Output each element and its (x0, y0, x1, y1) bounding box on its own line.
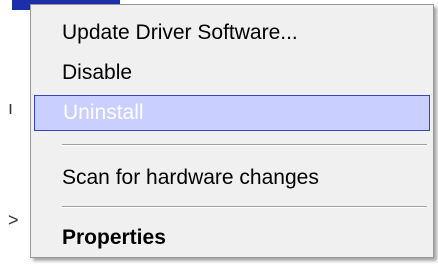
menu-separator (62, 206, 427, 208)
menu-item-label: Scan for hardware changes (62, 166, 319, 189)
menu-item-label: Update Driver Software... (62, 21, 298, 44)
menu-separator (62, 144, 427, 146)
menu-item-label: Uninstall (63, 101, 144, 124)
background-tree-glyph: ı (8, 98, 14, 118)
menu-item-properties[interactable]: Properties (34, 220, 430, 256)
menu-item-update-driver-software[interactable]: Update Driver Software... (34, 15, 430, 51)
menu-item-label: Properties (62, 226, 166, 249)
background-tree-glyph: > (8, 210, 19, 230)
menu-item-uninstall[interactable]: Uninstall (34, 95, 430, 131)
menu-item-label: Disable (62, 61, 133, 84)
menu-item-scan-for-hardware-changes[interactable]: Scan for hardware changes (34, 160, 430, 196)
device-context-menu: Update Driver Software... Disable Uninst… (30, 4, 434, 258)
menu-item-disable[interactable]: Disable (34, 55, 430, 91)
